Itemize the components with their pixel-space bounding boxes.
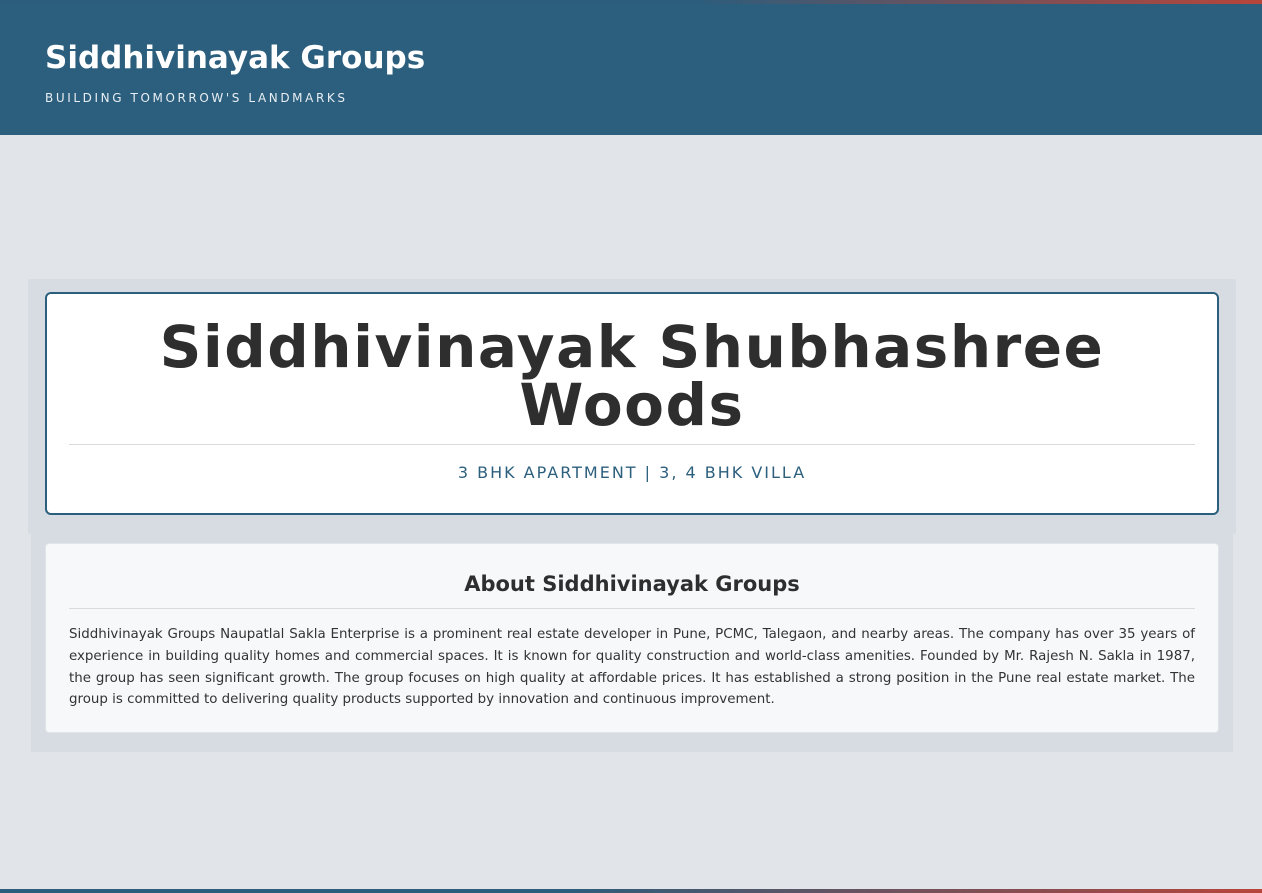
hero-panel: Siddhivinayak Shubhashree Woods 3 BHK AP… [28,279,1236,534]
project-hero-card: Siddhivinayak Shubhashree Woods 3 BHK AP… [45,292,1219,515]
project-configuration: 3 BHK APARTMENT | 3, 4 BHK VILLA [457,463,807,482]
site-title: Siddhivinayak Groups [45,40,426,76]
about-heading: About Siddhivinayak Groups [464,572,800,596]
site-tagline: BUILDING TOMORROW'S LANDMARKS [45,91,348,105]
site-header: Siddhivinayak Groups BUILDING TOMORROW'S… [0,4,1262,135]
about-card: About Siddhivinayak Groups Siddhivinayak… [45,543,1219,733]
about-divider [69,608,1195,609]
about-panel: About Siddhivinayak Groups Siddhivinayak… [31,534,1233,752]
bottom-accent-strip [0,889,1262,893]
about-description: Siddhivinayak Groups Naupatlal Sakla Ent… [69,627,1195,708]
project-title: Siddhivinayak Shubhashree Woods [159,313,1105,439]
hero-divider [69,444,1195,445]
